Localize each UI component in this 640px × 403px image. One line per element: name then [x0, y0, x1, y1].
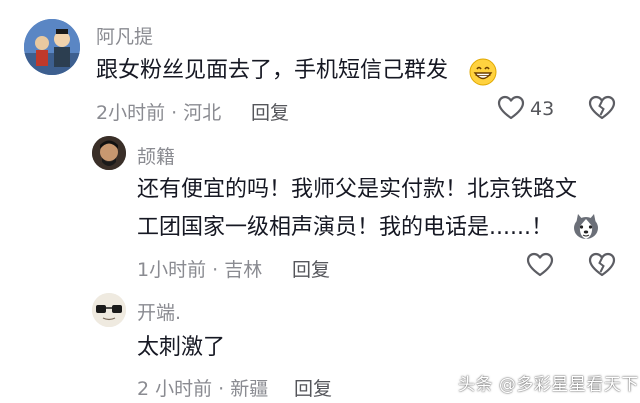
comment-timestamp-location: 2 小时前 · 新疆 — [137, 378, 269, 400]
avatar-image — [92, 136, 126, 170]
avatar[interactable] — [92, 136, 126, 170]
watermark: 头条 @多彩星星看天下 — [458, 375, 639, 395]
grin-emoji-icon — [469, 58, 497, 90]
like-count: 43 — [530, 98, 555, 120]
reply-button[interactable]: 回复 — [292, 255, 330, 282]
comment-username[interactable]: 颉籍 — [137, 142, 175, 169]
reply-button[interactable]: 回复 — [294, 374, 332, 401]
husky-emoji-icon — [571, 212, 601, 246]
heart-icon[interactable] — [526, 252, 554, 282]
heart-icon[interactable] — [497, 95, 525, 125]
dislike-icon[interactable] — [588, 95, 616, 125]
comment-text: 太刺激了 — [137, 335, 226, 360]
comment-text-line: 还有便宜的吗！我师父是实付款！北京铁路文 — [137, 177, 578, 202]
reply-button[interactable]: 回复 — [251, 98, 289, 125]
comment-timestamp-location: 2小时前 · 河北 — [96, 102, 222, 124]
dislike-icon[interactable] — [588, 252, 616, 282]
comment-timestamp-location: 1小时前 · 吉林 — [137, 259, 263, 281]
comment-username[interactable]: 开端. — [137, 298, 181, 325]
comment-username[interactable]: 阿凡提 — [96, 22, 153, 49]
avatar-image — [92, 293, 126, 327]
avatar-image — [24, 19, 80, 75]
comment-text: 跟女粉丝见面去了，手机短信己群发 — [96, 58, 449, 83]
comment-text-line: 工团国家一级相声演员！我的电话是......！ — [137, 215, 553, 240]
avatar[interactable] — [92, 293, 126, 327]
avatar[interactable] — [24, 19, 80, 75]
